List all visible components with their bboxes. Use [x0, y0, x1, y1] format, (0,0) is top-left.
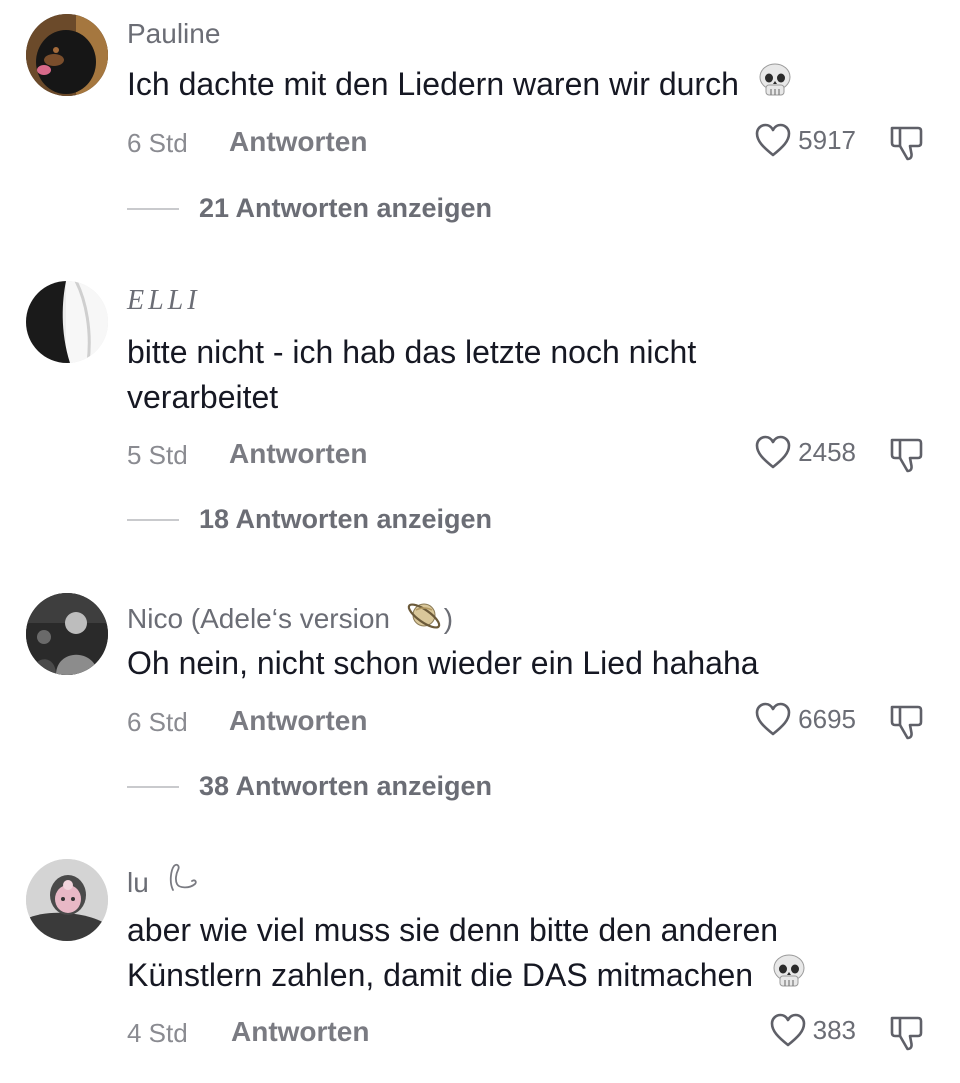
view-replies-label: 38 Antworten anzeigen: [199, 771, 493, 801]
like-button[interactable]: 383: [769, 1012, 856, 1048]
comment-time: 4 Std: [127, 1018, 188, 1048]
replies-divider-line: [127, 518, 179, 521]
avatar[interactable]: [26, 281, 108, 363]
view-replies-button[interactable]: 38 Antworten anzeigen: [127, 771, 492, 802]
comment-username[interactable]: ELLI: [127, 285, 201, 317]
dislike-icon[interactable]: [886, 123, 926, 163]
comment-text: Ich dachte mit den Liedern waren wir dur…: [127, 62, 887, 111]
comment-text: aber wie viel muss sie denn bitte den an…: [127, 908, 907, 1002]
skull-icon: [758, 63, 792, 111]
view-replies-label: 18 Antworten anzeigen: [199, 504, 493, 534]
comment-username[interactable]: Pauline: [127, 18, 220, 50]
reply-button[interactable]: Antworten: [229, 126, 367, 158]
heart-icon: [755, 702, 791, 736]
comment-username-suffix: ): [443, 603, 454, 634]
like-button[interactable]: 6695: [754, 701, 856, 737]
like-count: 383: [812, 1014, 856, 1045]
avatar[interactable]: [26, 593, 108, 675]
comment-text: Oh nein, nicht schon wieder ein Lied hah…: [127, 645, 759, 681]
heart-icon: [755, 435, 791, 469]
comment-time: 6 Std: [127, 128, 188, 158]
reply-button[interactable]: Antworten: [231, 1016, 369, 1048]
skull-icon: [772, 954, 806, 1002]
replies-divider-line: [127, 207, 179, 210]
avatar[interactable]: [26, 859, 108, 941]
comment-text-content: Ich dachte mit den Liedern waren wir dur…: [127, 66, 739, 102]
heart-icon: [770, 1013, 805, 1047]
swan-outline-icon: [165, 862, 201, 903]
avatar[interactable]: [26, 14, 108, 96]
view-replies-button[interactable]: 21 Antworten anzeigen: [127, 193, 492, 224]
like-button[interactable]: 2458: [754, 434, 856, 470]
comment-time: 5 Std: [127, 440, 188, 470]
dislike-icon[interactable]: [886, 702, 926, 742]
comment-text-content: aber wie viel muss sie denn bitte den an…: [127, 912, 779, 993]
reply-button[interactable]: Antworten: [229, 438, 367, 470]
comment-username[interactable]: lu: [127, 862, 201, 903]
like-button[interactable]: 5917: [754, 122, 856, 158]
comment-time: 6 Std: [127, 707, 188, 737]
comment-username[interactable]: Nico (Adele‘s version ): [127, 596, 453, 641]
replies-divider-line: [127, 785, 179, 788]
view-replies-button[interactable]: 18 Antworten anzeigen: [127, 504, 492, 535]
comment-username-text: Nico (Adele‘s version: [127, 603, 390, 634]
dislike-icon[interactable]: [886, 1013, 926, 1053]
like-count: 5917: [798, 124, 856, 155]
like-count: 2458: [798, 436, 856, 467]
heart-icon: [755, 123, 791, 157]
ringed-planet-icon: [404, 596, 444, 641]
like-count: 6695: [798, 703, 856, 734]
reply-button[interactable]: Antworten: [229, 705, 367, 737]
comment-text: bitte nicht - ich hab das letzte noch ni…: [127, 334, 697, 415]
comment-username-text: lu: [127, 867, 149, 898]
dislike-icon[interactable]: [886, 435, 926, 475]
view-replies-label: 21 Antworten anzeigen: [199, 193, 493, 223]
